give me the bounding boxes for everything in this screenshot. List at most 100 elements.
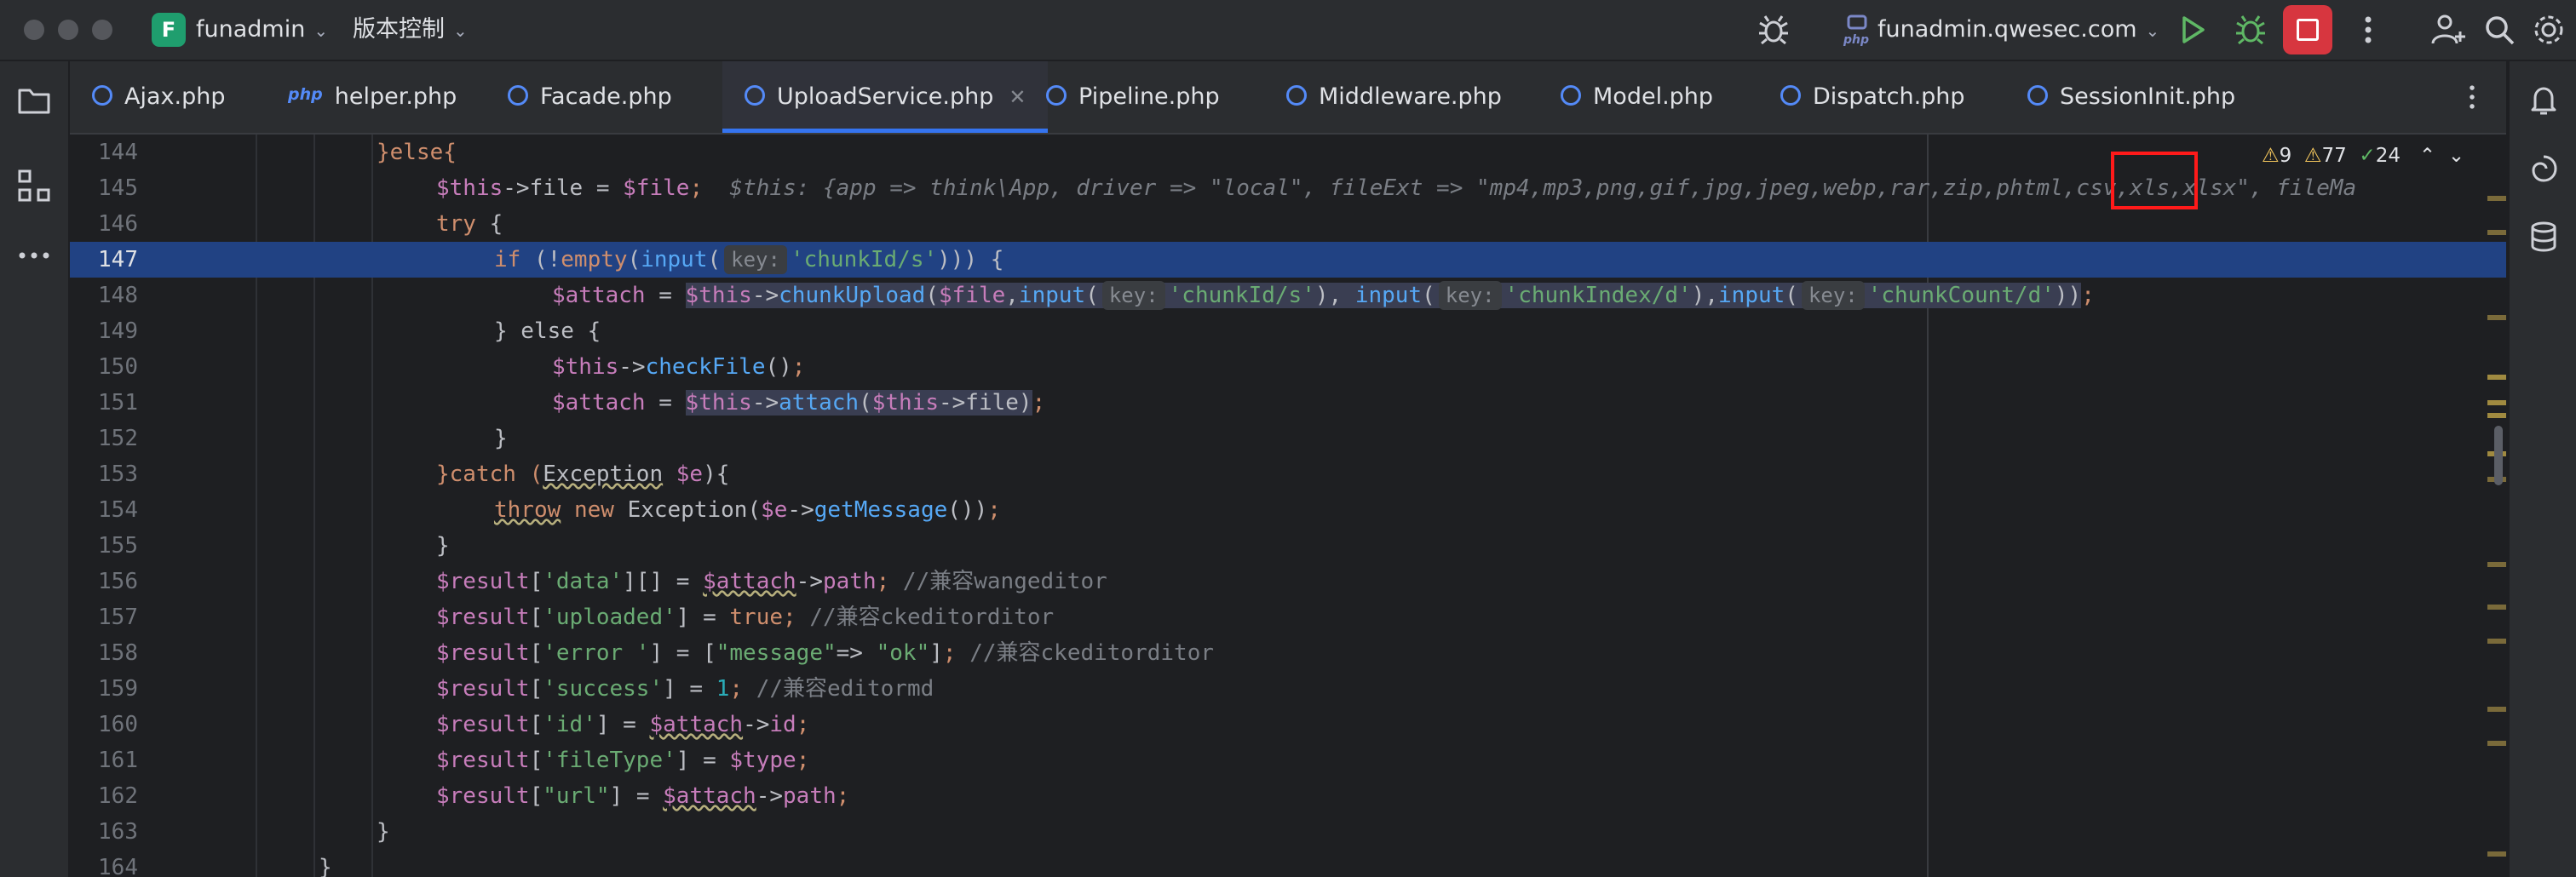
tab-helper-php[interactable]: php helper.php	[288, 61, 457, 133]
code-line[interactable]: 157 $result['uploaded'] = true; //兼容ckedi…	[70, 599, 2506, 635]
code-line[interactable]: 151 $attach = $this->attach($this->file);	[70, 385, 2506, 421]
project-switcher[interactable]: funadmin ⌄	[196, 0, 328, 60]
stripe-mark	[2487, 315, 2506, 320]
line-number: 162	[98, 783, 138, 809]
code-text: $attach = $this->chunkUpload($file,input…	[552, 281, 2095, 310]
run-icon[interactable]	[2174, 11, 2211, 49]
debug-icon[interactable]	[2232, 11, 2269, 49]
chevron-down-icon: ⌄	[313, 20, 329, 41]
line-number: 145	[98, 175, 138, 201]
close-window-button[interactable]	[24, 20, 44, 40]
code-line[interactable]: 162 $result["url"] = $attach->path;	[70, 778, 2506, 814]
current-code-line[interactable]: 147 if (!empty(input(key:'chunkId/s'))) {	[70, 242, 2506, 278]
line-number: 155	[98, 533, 138, 559]
code-text: $result["url"] = $attach->path;	[436, 783, 850, 809]
stripe-mark	[2487, 707, 2506, 712]
tab-uploadservice-php[interactable]: UploadService.php ✕	[722, 61, 1049, 133]
code-line[interactable]: 158 $result['error '] = ["message"=> "ok"…	[70, 635, 2506, 671]
database-icon[interactable]	[2525, 218, 2562, 255]
vcs-menu[interactable]: 版本控制 ⌄	[353, 0, 468, 60]
line-number: 149	[98, 318, 138, 344]
notifications-icon[interactable]	[2525, 82, 2562, 119]
error-stripe[interactable]	[2487, 196, 2506, 877]
code-text: $this->file = $file; $this: {app => thin…	[436, 175, 2357, 201]
more-horiz-icon[interactable]	[15, 237, 53, 274]
code-text: try {	[436, 211, 503, 237]
class-icon	[92, 84, 112, 106]
tab-model-php[interactable]: Model.php	[1561, 61, 1713, 133]
line-number: 159	[98, 676, 138, 702]
code-editor[interactable]: 144}else{ 145 $this->file = $file; $this:…	[70, 135, 2506, 877]
stripe-mark	[2487, 230, 2506, 235]
class-icon	[508, 84, 528, 106]
check-icon: ✓	[2359, 145, 2376, 167]
tab-pipeline-php[interactable]: Pipeline.php	[1046, 61, 1220, 133]
tab-label: Pipeline.php	[1078, 83, 1220, 110]
minimize-window-button[interactable]	[58, 20, 78, 40]
line-number: 158	[98, 640, 138, 666]
code-line[interactable]: 161 $result['fileType'] = $type;	[70, 742, 2506, 778]
close-tab-icon[interactable]: ✕	[1009, 85, 1026, 109]
tab-facade-php[interactable]: Facade.php	[508, 61, 672, 133]
code-line[interactable]: 150 $this->checkFile();	[70, 349, 2506, 385]
tab-sessioninit-php[interactable]: SessionInit.php	[2027, 61, 2235, 133]
line-number: 160	[98, 712, 138, 737]
stop-button[interactable]	[2283, 5, 2332, 54]
line-number: 163	[98, 819, 138, 845]
code-text: }	[377, 819, 390, 845]
inspection-widget[interactable]: ⚠9 ⚠77 ✓24 ⌃ ⌄	[2262, 140, 2464, 171]
scrollbar-thumb[interactable]	[2494, 426, 2503, 485]
code-line[interactable]: 154 throw new Exception($e->getMessage())…	[70, 492, 2506, 528]
param-hint: key:	[1438, 281, 1502, 310]
code-line[interactable]: 153}catch (Exception $e){	[70, 456, 2506, 492]
code-text: $this->checkFile();	[552, 354, 806, 380]
left-tool-window-bar	[0, 61, 70, 877]
tab-ajax-php[interactable]: Ajax.php	[92, 61, 225, 133]
code-text: $result['success'] = 1; //兼容editormd	[436, 676, 934, 702]
warning-count: 9	[2279, 145, 2292, 167]
code-text: $result['data'][] = $attach->path; //兼容w…	[436, 569, 1107, 594]
code-line[interactable]: 160 $result['id'] = $attach->id;	[70, 707, 2506, 742]
next-highlight-icon[interactable]: ⌄	[2448, 145, 2464, 167]
tab-label: UploadService.php	[777, 83, 994, 110]
code-line[interactable]: 156 $result['data'][] = $attach->path; //…	[70, 564, 2506, 599]
project-icon[interactable]: F	[152, 13, 186, 47]
tab-options-icon[interactable]	[2455, 80, 2489, 114]
settings-icon[interactable]	[2530, 11, 2567, 49]
code-line[interactable]: 152}	[70, 421, 2506, 456]
add-user-icon[interactable]	[2429, 11, 2467, 49]
ai-assistant-icon[interactable]	[2525, 150, 2562, 187]
code-text: }	[319, 855, 332, 877]
line-number: 164	[98, 855, 138, 877]
code-text: }	[494, 426, 508, 451]
code-line[interactable]: 163}	[70, 814, 2506, 850]
previous-highlight-icon[interactable]: ⌃	[2419, 145, 2435, 167]
search-icon[interactable]	[2481, 11, 2518, 49]
svg-text:php: php	[1843, 33, 1869, 47]
code-line[interactable]: 146 try {	[70, 206, 2506, 242]
code-line[interactable]: 148 $attach = $this->chunkUpload($file,in…	[70, 278, 2506, 313]
editor-tab-bar: Ajax.php php helper.php Facade.php Upload…	[70, 61, 2506, 135]
line-number: 161	[98, 748, 138, 773]
line-number: 154	[98, 497, 138, 523]
run-config-selector[interactable]: funadmin.qwesec.com ⌄	[1877, 0, 2159, 60]
structure-icon[interactable]	[15, 167, 53, 204]
code-line[interactable]: 164}	[70, 850, 2506, 877]
tab-middleware-php[interactable]: Middleware.php	[1286, 61, 1502, 133]
tab-label: helper.php	[334, 83, 457, 110]
more-vert-icon[interactable]	[2349, 11, 2387, 49]
code-line[interactable]: 159 $result['success'] = 1; //兼容editormd	[70, 671, 2506, 707]
title-bar: F funadmin ⌄ 版本控制 ⌄ php funadmin.qwesec.co…	[0, 0, 2576, 61]
zoom-window-button[interactable]	[92, 20, 112, 40]
code-line[interactable]: 149} else {	[70, 313, 2506, 349]
line-number: 147	[98, 247, 138, 272]
right-tool-window-bar	[2508, 61, 2576, 877]
tab-label: Dispatch.php	[1813, 83, 1965, 110]
tab-dispatch-php[interactable]: Dispatch.php	[1780, 61, 1965, 133]
stripe-mark	[2487, 413, 2506, 418]
line-number: 157	[98, 605, 138, 630]
folder-icon[interactable]	[15, 82, 53, 119]
debug-bug-icon[interactable]	[1755, 11, 1792, 49]
code-line[interactable]: 155}	[70, 528, 2506, 564]
code-text: throw new Exception($e->getMessage());	[494, 497, 1001, 523]
